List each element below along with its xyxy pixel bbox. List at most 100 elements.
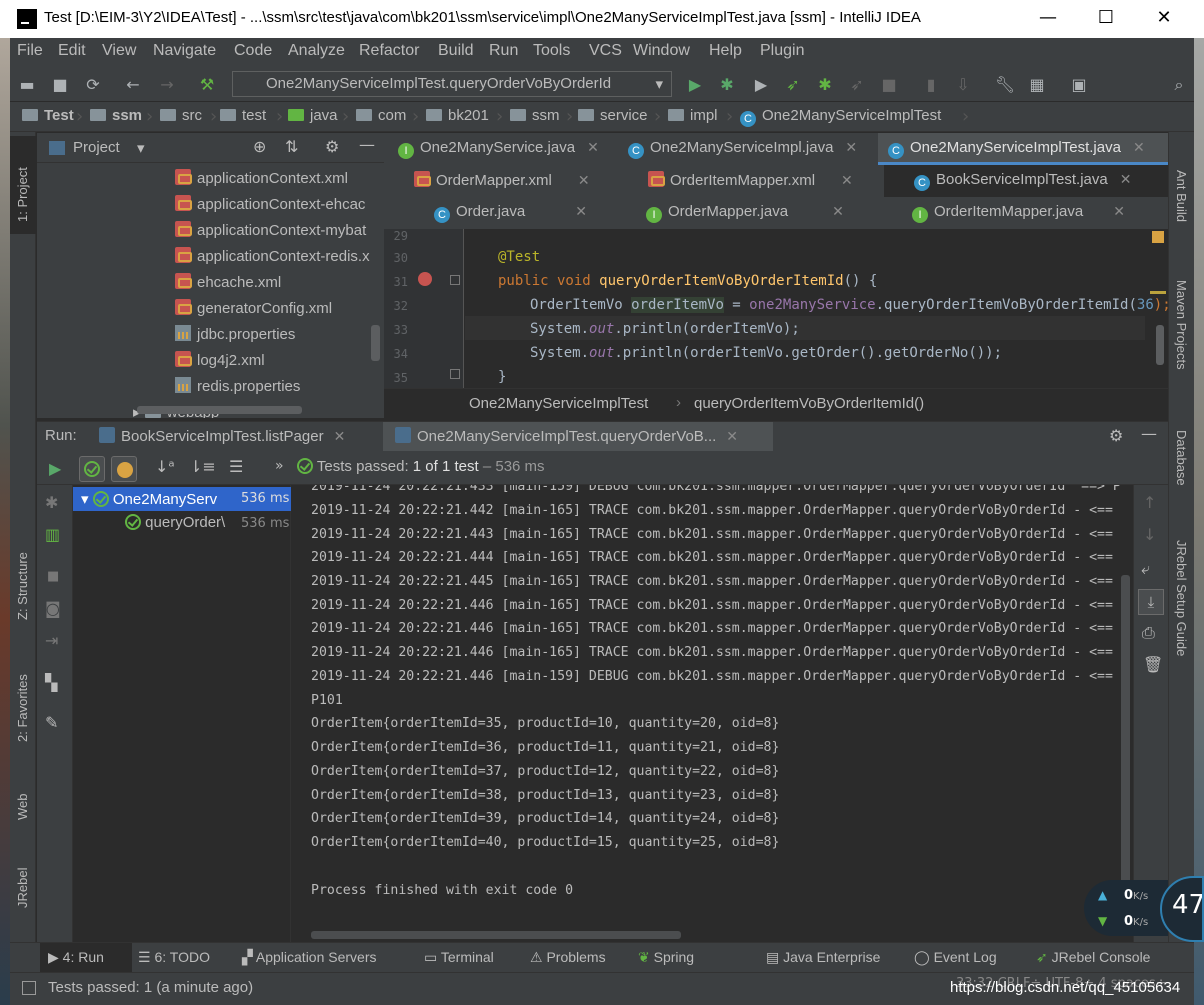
minimize-button[interactable]: —: [1028, 4, 1068, 32]
close-tab-icon[interactable]: ✕: [841, 172, 853, 188]
tree-file[interactable]: redis.properties: [175, 377, 300, 395]
project-structure-icon[interactable]: ▦: [1026, 74, 1048, 96]
tree-file[interactable]: applicationContext-ehcac: [175, 195, 365, 213]
stop-icon[interactable]: ■: [47, 569, 59, 584]
stop-icon[interactable]: ■: [878, 74, 900, 96]
tab-one2manyservice[interactable]: I One2ManyService.java ✕: [398, 133, 620, 165]
tree-file[interactable]: applicationContext-redis.x: [175, 247, 370, 265]
tab-java-enterprise[interactable]: ▤ Java Enterprise: [766, 949, 880, 966]
close-tab-icon[interactable]: ✕: [575, 203, 587, 219]
tab-application-servers[interactable]: ▞ Application Servers: [242, 949, 377, 966]
tab-ordermapper-xml[interactable]: OrderMapper.xml ✕: [414, 165, 610, 197]
crumb-test-dir[interactable]: test: [220, 107, 266, 124]
crumb-src[interactable]: src: [160, 107, 202, 124]
tab-orderitemmapper-xml[interactable]: OrderItemMapper.xml ✕: [648, 165, 884, 197]
forward-icon[interactable]: →: [156, 74, 178, 96]
crumb-service[interactable]: service: [578, 107, 648, 124]
locate-target-icon[interactable]: ⊕: [253, 137, 266, 156]
tab-one2manyserviceimpl[interactable]: C One2ManyServiceImpl.java ✕: [628, 133, 868, 165]
tab-spring[interactable]: ❦ Spring: [638, 949, 694, 966]
console-hscrollbar[interactable]: [311, 931, 681, 939]
tab-bookserviceimpltest[interactable]: C BookServiceImplTest.java ✕: [884, 165, 1168, 197]
crumb-class-name[interactable]: One2ManyServiceImplTest: [469, 395, 648, 412]
tree-file[interactable]: applicationContext.xml: [175, 169, 348, 187]
menu-code[interactable]: Code: [234, 42, 272, 60]
menu-vcs[interactable]: VCS: [589, 42, 622, 60]
tab-problems[interactable]: ⚠ Problems: [530, 949, 606, 966]
close-tab-icon[interactable]: ✕: [1113, 203, 1125, 219]
close-tab-icon[interactable]: ✕: [334, 428, 346, 444]
fold-icon[interactable]: [450, 275, 460, 285]
menu-refactor[interactable]: Refactor: [359, 42, 419, 60]
fold-icon[interactable]: [450, 369, 460, 379]
menu-view[interactable]: View: [102, 42, 136, 60]
crumb-impl[interactable]: impl: [668, 107, 718, 124]
tool-window-database[interactable]: Database: [1174, 430, 1189, 486]
tree-file[interactable]: applicationContext-mybat: [175, 221, 366, 239]
menu-tools[interactable]: Tools: [533, 42, 570, 60]
collapse-all-icon[interactable]: ⇅: [285, 137, 298, 156]
code-editor[interactable]: 29 30 31 32 33 34 35 @Test public void q…: [384, 229, 1171, 388]
jrebel-debug-icon[interactable]: ✱: [814, 74, 836, 96]
run-test-gutter-icon[interactable]: [418, 272, 432, 286]
run-tab-one2manyserviceimpltest[interactable]: One2ManyServiceImplTest.queryOrderVoB...…: [383, 422, 773, 452]
more-icon[interactable]: »: [275, 458, 284, 474]
tool-window-jrebel[interactable]: JRebel: [15, 868, 30, 908]
menu-edit[interactable]: Edit: [58, 42, 86, 60]
show-ignored-toggle[interactable]: [111, 456, 137, 482]
close-tab-icon[interactable]: ✕: [832, 203, 844, 219]
sdk-icon[interactable]: ▣: [1068, 74, 1090, 96]
sort-by-duration-icon[interactable]: ⇂≡: [189, 457, 216, 476]
gear-icon[interactable]: ⚙: [325, 137, 339, 156]
debug-icon[interactable]: ✱: [716, 74, 738, 96]
tab-terminal[interactable]: ▭ Terminal: [424, 949, 494, 966]
camera-icon[interactable]: ◙: [45, 599, 61, 618]
tool-window-web[interactable]: Web: [15, 794, 30, 821]
tab-one2manyserviceimpltest[interactable]: C One2ManyServiceImplTest.java ✕: [878, 133, 1168, 165]
close-tab-icon[interactable]: ✕: [578, 172, 590, 188]
project-scrollbar[interactable]: [371, 325, 380, 361]
tab-todo[interactable]: ☰ 6: TODO: [138, 949, 210, 966]
search-icon[interactable]: ⌕: [1168, 74, 1190, 96]
run-icon[interactable]: ▶: [684, 74, 706, 96]
debug-rerun-icon[interactable]: ✱: [45, 493, 58, 512]
menu-run[interactable]: Run: [489, 42, 518, 60]
test-tree-child[interactable]: queryOrder\: [125, 514, 225, 531]
rerun-icon[interactable]: ▶: [49, 459, 61, 478]
close-tab-icon[interactable]: ✕: [845, 139, 857, 155]
project-hscrollbar[interactable]: [137, 406, 302, 414]
crumb-test[interactable]: Test: [22, 107, 74, 124]
download-icon[interactable]: ⇩: [952, 74, 974, 96]
build-hammer-icon[interactable]: ⚒: [196, 74, 218, 96]
wrench-settings-icon[interactable]: 🔧︎: [994, 74, 1016, 96]
open-folder-icon[interactable]: ▬: [16, 74, 38, 96]
tool-window-jrebel-setup[interactable]: JRebel Setup Guide: [1174, 540, 1189, 656]
back-icon[interactable]: ←: [122, 74, 144, 96]
tree-file[interactable]: generatorConfig.xml: [175, 299, 332, 317]
menu-analyze[interactable]: Analyze: [288, 42, 345, 60]
layout-icon[interactable]: ▚: [45, 673, 57, 692]
menu-plugin[interactable]: Plugin: [760, 42, 804, 60]
crumb-ssm[interactable]: ssm: [510, 107, 560, 124]
tool-window-favorites[interactable]: 2: Favorites: [15, 674, 30, 742]
close-tab-icon[interactable]: ✕: [726, 428, 738, 444]
menu-navigate[interactable]: Navigate: [153, 42, 216, 60]
close-tab-icon[interactable]: ✕: [1133, 139, 1145, 155]
run-tab-bookserviceimpltest[interactable]: BookServiceImplTest.listPager ✕: [99, 422, 345, 452]
tab-ordermapper-java[interactable]: I OrderMapper.java ✕: [646, 197, 864, 229]
show-passed-toggle[interactable]: [79, 456, 105, 482]
export-icon[interactable]: ⇥: [45, 631, 58, 650]
crumb-com[interactable]: com: [356, 107, 406, 124]
project-view-title[interactable]: Project: [73, 139, 120, 156]
tab-orderitemmapper-java[interactable]: I OrderItemMapper.java ✕: [912, 197, 1168, 229]
menu-window[interactable]: Window: [633, 42, 690, 60]
pin-icon[interactable]: ✎: [45, 713, 58, 732]
inspection-warning-icon[interactable]: [1152, 231, 1164, 243]
tree-file[interactable]: ehcache.xml: [175, 273, 281, 291]
scroll-to-end-icon[interactable]: ⤓: [1138, 589, 1164, 615]
tool-window-project[interactable]: 1: Project: [15, 167, 30, 222]
arrow-up-icon[interactable]: ↑: [1143, 493, 1156, 512]
console-output[interactable]: 2019-11-24 20:22:21.433 [main-159] DEBUG…: [291, 485, 1133, 942]
menu-help[interactable]: Help: [709, 42, 742, 60]
menu-file[interactable]: File: [17, 42, 43, 60]
